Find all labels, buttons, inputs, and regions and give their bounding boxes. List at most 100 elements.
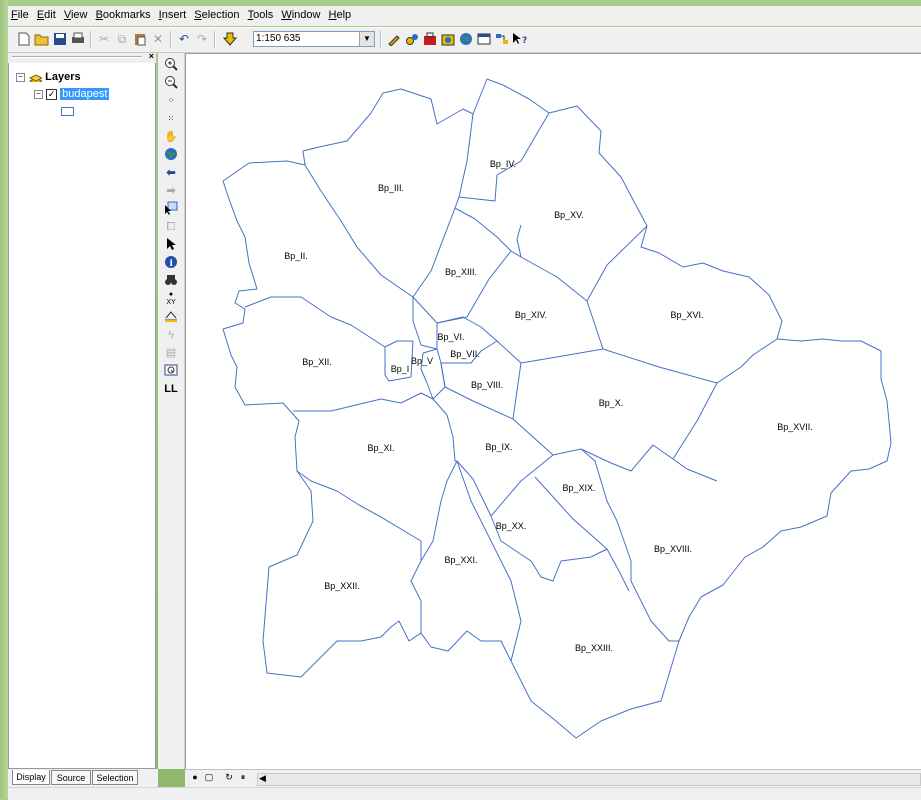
- pause-drawing-icon[interactable]: ⏸: [237, 772, 249, 783]
- zoom-out-icon[interactable]: [163, 75, 179, 91]
- polygon-symbol-swatch[interactable]: [61, 106, 74, 116]
- refresh-icon[interactable]: ↻: [223, 772, 235, 783]
- full-extent-globe-icon[interactable]: [163, 147, 179, 163]
- arctoolbox-icon[interactable]: [422, 31, 438, 47]
- fixed-zoom-in-icon[interactable]: ⁘: [163, 93, 179, 109]
- standard-toolbar: ✂ ⧉ ✕ ↶ ↷ 1:150 635 ▼ ?: [8, 27, 921, 53]
- zoom-in-icon[interactable]: [163, 57, 179, 73]
- scroll-left-icon[interactable]: ◀: [259, 773, 266, 784]
- menu-bookmarks[interactable]: Bookmarks: [93, 6, 153, 21]
- toc-root-layers[interactable]: − Layers: [16, 70, 81, 84]
- map-canvas[interactable]: Bp_IV. Bp_XV. Bp_III. Bp_II. Bp_XIII. Bp_XIV.…: [186, 54, 921, 770]
- district-boundaries: [222, 78, 892, 739]
- print-icon[interactable]: [70, 31, 86, 47]
- layer-name-label[interactable]: budapest: [60, 88, 110, 100]
- whats-this-help-icon[interactable]: ?: [512, 31, 528, 47]
- layout-view-icon[interactable]: ▢: [203, 772, 215, 783]
- cut-icon[interactable]: ✂: [96, 31, 112, 47]
- district-label: Bp_III.: [378, 183, 404, 193]
- menu-bar: File Edit View Bookmarks Insert Selectio…: [8, 6, 921, 26]
- fixed-zoom-out-icon[interactable]: ⁙: [163, 111, 179, 127]
- toolbar-separator: [214, 31, 216, 48]
- district-label: Bp_IV.: [490, 159, 516, 169]
- pan-hand-icon[interactable]: ✋: [163, 129, 179, 145]
- menu-edit[interactable]: Edit: [34, 6, 58, 21]
- select-features-icon[interactable]: [163, 201, 179, 217]
- menu-help[interactable]: Help: [326, 6, 354, 21]
- identify-icon[interactable]: i: [163, 255, 179, 271]
- chevron-down-icon[interactable]: ▼: [359, 32, 374, 46]
- district-label: Bp_XVI.: [670, 310, 703, 320]
- tab-selection[interactable]: Selection: [92, 770, 138, 785]
- map-scale-combobox[interactable]: 1:150 635 ▼: [253, 31, 375, 47]
- toc-titlebar[interactable]: ×: [8, 51, 156, 63]
- layer-visibility-checkbox[interactable]: ✓: [46, 88, 58, 100]
- catalog-icon[interactable]: [440, 31, 456, 47]
- district-label: Bp_XIX.: [562, 483, 595, 493]
- menu-window[interactable]: Window: [278, 6, 322, 21]
- delete-icon[interactable]: ✕: [150, 31, 166, 47]
- arcmap-window: File Edit View Bookmarks Insert Selectio…: [0, 0, 921, 800]
- menu-selection[interactable]: Selection: [191, 6, 241, 21]
- district-label: Bp_VII.: [450, 349, 480, 359]
- menu-insert[interactable]: Insert: [156, 6, 189, 21]
- district-label: Bp_IX.: [485, 442, 512, 452]
- add-data-icon[interactable]: [222, 31, 238, 47]
- map-display[interactable]: Bp_IV. Bp_XV. Bp_III. Bp_II. Bp_XIII. Bp_XIV.…: [185, 53, 921, 769]
- next-extent-icon[interactable]: ➡: [163, 183, 179, 199]
- copy-icon[interactable]: ⧉: [114, 31, 130, 47]
- open-folder-icon[interactable]: [34, 31, 50, 47]
- tools-toolbar: ⁘ ⁙ ✋ ⬅ ➡ ⧠ i ● XY ϟ ▤ LL: [158, 53, 185, 769]
- close-icon[interactable]: ×: [149, 51, 154, 61]
- menu-view[interactable]: View: [61, 6, 90, 21]
- undo-icon[interactable]: ↶: [176, 31, 192, 47]
- district-label: Bp_II.: [284, 251, 308, 261]
- model-builder-icon[interactable]: [494, 31, 510, 47]
- district-label: Bp_XV.: [554, 210, 584, 220]
- find-binoculars-icon[interactable]: [163, 273, 179, 289]
- previous-extent-icon[interactable]: ⬅: [163, 165, 179, 181]
- map-scale-value: 1:150 635: [256, 33, 301, 44]
- menu-file[interactable]: File: [8, 6, 31, 21]
- redo-icon[interactable]: ↷: [194, 31, 210, 47]
- toc-grip: [12, 56, 142, 58]
- data-view-icon[interactable]: ●: [189, 772, 201, 782]
- window-border: [0, 0, 8, 799]
- select-elements-icon[interactable]: [163, 237, 179, 253]
- collapse-icon[interactable]: −: [16, 72, 25, 82]
- new-document-icon[interactable]: [16, 31, 32, 47]
- district-label: Bp_VIII.: [471, 380, 503, 390]
- svg-text:?: ?: [522, 36, 527, 46]
- city-outer-boundary: [222, 78, 892, 739]
- editor-toolbar-icon[interactable]: [386, 31, 402, 47]
- layer-symbol[interactable]: [61, 104, 74, 118]
- hyperlink-icon[interactable]: ϟ: [163, 327, 179, 343]
- save-icon[interactable]: [52, 31, 68, 47]
- status-bar: [8, 787, 921, 800]
- district-label: Bp_XVIII.: [654, 544, 692, 554]
- identify-results-icon[interactable]: [404, 31, 420, 47]
- paste-icon[interactable]: [132, 31, 148, 47]
- globe-search-icon[interactable]: [458, 31, 474, 47]
- menu-tools[interactable]: Tools: [245, 6, 276, 21]
- horizontal-scrollbar[interactable]: ◀: [257, 773, 921, 786]
- measure-icon[interactable]: [163, 309, 179, 325]
- collapse-icon[interactable]: −: [34, 89, 43, 99]
- html-popup-icon[interactable]: ▤: [163, 345, 179, 361]
- toolbar-separator: [380, 31, 382, 48]
- toc-layer-budapest[interactable]: − ✓ budapest: [34, 87, 110, 101]
- district-labels: Bp_IV. Bp_XV. Bp_III. Bp_II. Bp_XIII. Bp_XIV.…: [284, 159, 813, 653]
- create-viewer-window-icon[interactable]: LL: [163, 381, 179, 397]
- python-window-icon[interactable]: [476, 31, 492, 47]
- tab-display[interactable]: Display: [12, 770, 50, 785]
- toc-tabs: Display Source Selection: [8, 769, 158, 787]
- toolbar-separator: [90, 31, 92, 48]
- district-label: Bp_V: [411, 356, 433, 366]
- district-label: Bp_XVII.: [777, 422, 813, 432]
- time-slider-icon[interactable]: [163, 363, 179, 379]
- tab-source[interactable]: Source: [51, 770, 91, 785]
- district-label: Bp_XXIII.: [575, 643, 613, 653]
- district-label: Bp_XIII.: [445, 267, 477, 277]
- clear-selection-icon[interactable]: ⧠: [163, 219, 179, 235]
- go-to-xy-icon[interactable]: ● XY: [163, 291, 179, 307]
